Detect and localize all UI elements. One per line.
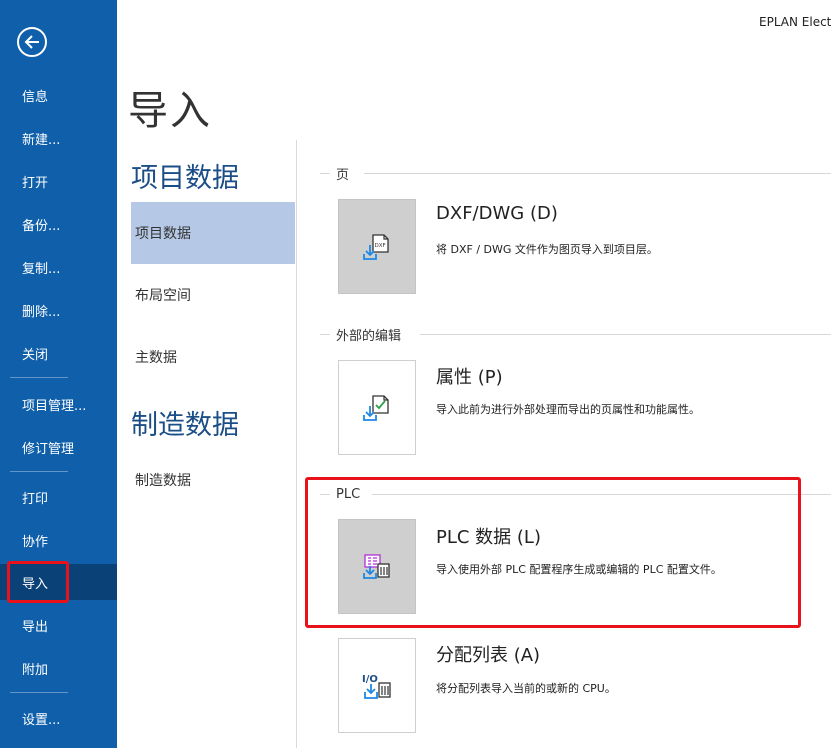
plc-data-import-button[interactable]: [338, 519, 416, 614]
nav-item-backup[interactable]: 备份...: [0, 206, 117, 242]
project-data-heading: 项目数据: [131, 163, 239, 194]
group-line: [320, 334, 330, 335]
nav-separator: [10, 471, 68, 472]
nav-item-project-management[interactable]: 项目管理...: [0, 386, 117, 422]
app-title: EPLAN Electric P8: [759, 15, 831, 29]
category-layout-space[interactable]: 布局空间: [131, 264, 295, 326]
group-line: [420, 334, 831, 335]
dxf-dwg-import-button[interactable]: DXF: [338, 199, 416, 294]
assignment-list-description: 将分配列表导入当前的或新的 CPU。: [436, 682, 616, 695]
category-project-data[interactable]: 项目数据: [131, 202, 295, 264]
attribute-import-button[interactable]: [338, 360, 416, 455]
nav-separator: [10, 377, 68, 378]
nav-item-addon[interactable]: 附加: [0, 650, 117, 686]
nav-separator: [10, 692, 68, 693]
nav-item-import[interactable]: 导入: [0, 564, 117, 600]
nav-item-copy[interactable]: 复制...: [0, 249, 117, 285]
nav-item-close[interactable]: 关闭: [0, 335, 117, 371]
backstage-view: 信息 新建... 打开 备份... 复制... 删除... 关闭 项目管理...…: [0, 0, 831, 748]
dxf-dwg-title[interactable]: DXF/DWG (D): [436, 203, 558, 224]
assignment-list-title[interactable]: 分配列表 (A): [436, 641, 540, 667]
group-line: [320, 494, 330, 495]
nav-item-open[interactable]: 打开: [0, 163, 117, 199]
group-line: [372, 494, 831, 495]
arrow-left-icon: [24, 35, 39, 49]
dxf-dwg-description: 将 DXF / DWG 文件作为图页导入到项目层。: [436, 243, 658, 256]
page-title: 导入: [128, 88, 212, 134]
nav-item-delete[interactable]: 删除...: [0, 292, 117, 328]
attribute-description: 导入此前为进行外部处理而导出的页属性和功能属性。: [436, 403, 700, 416]
category-master-data[interactable]: 主数据: [131, 326, 295, 388]
attribute-import-icon: [363, 394, 389, 421]
plc-data-title[interactable]: PLC 数据 (L): [436, 523, 541, 549]
assignment-list-import-button[interactable]: I/O: [338, 638, 416, 733]
column-divider: [296, 140, 297, 748]
svg-text:I/O: I/O: [362, 674, 378, 685]
io-list-import-icon: I/O: [362, 674, 391, 699]
attribute-title[interactable]: 属性 (P): [436, 363, 503, 389]
dxf-import-icon: DXF: [363, 233, 389, 260]
nav-item-info[interactable]: 信息: [0, 77, 117, 113]
svg-text:DXF: DXF: [375, 243, 386, 249]
backstage-nav: 信息 新建... 打开 备份... 复制... 删除... 关闭 项目管理...…: [0, 0, 117, 748]
nav-item-collaborate[interactable]: 协作: [0, 522, 117, 558]
nav-item-export[interactable]: 导出: [0, 607, 117, 643]
plc-data-description: 导入使用外部 PLC 配置程序生成或编辑的 PLC 配置文件。: [436, 563, 722, 576]
back-button[interactable]: [17, 27, 47, 57]
category-manufacturing-data[interactable]: 制造数据: [131, 449, 295, 511]
group-label-page: 页: [336, 167, 350, 183]
nav-item-new[interactable]: 新建...: [0, 120, 117, 156]
nav-item-revision-management[interactable]: 修订管理: [0, 429, 117, 465]
nav-item-print[interactable]: 打印: [0, 479, 117, 515]
group-line: [320, 173, 330, 174]
plc-import-icon: [363, 553, 390, 579]
group-label-plc: PLC: [336, 486, 361, 502]
manufacturing-data-heading: 制造数据: [131, 410, 239, 441]
group-line: [364, 173, 831, 174]
group-label-external-edit: 外部的编辑: [336, 328, 402, 344]
nav-item-settings[interactable]: 设置...: [0, 700, 117, 736]
